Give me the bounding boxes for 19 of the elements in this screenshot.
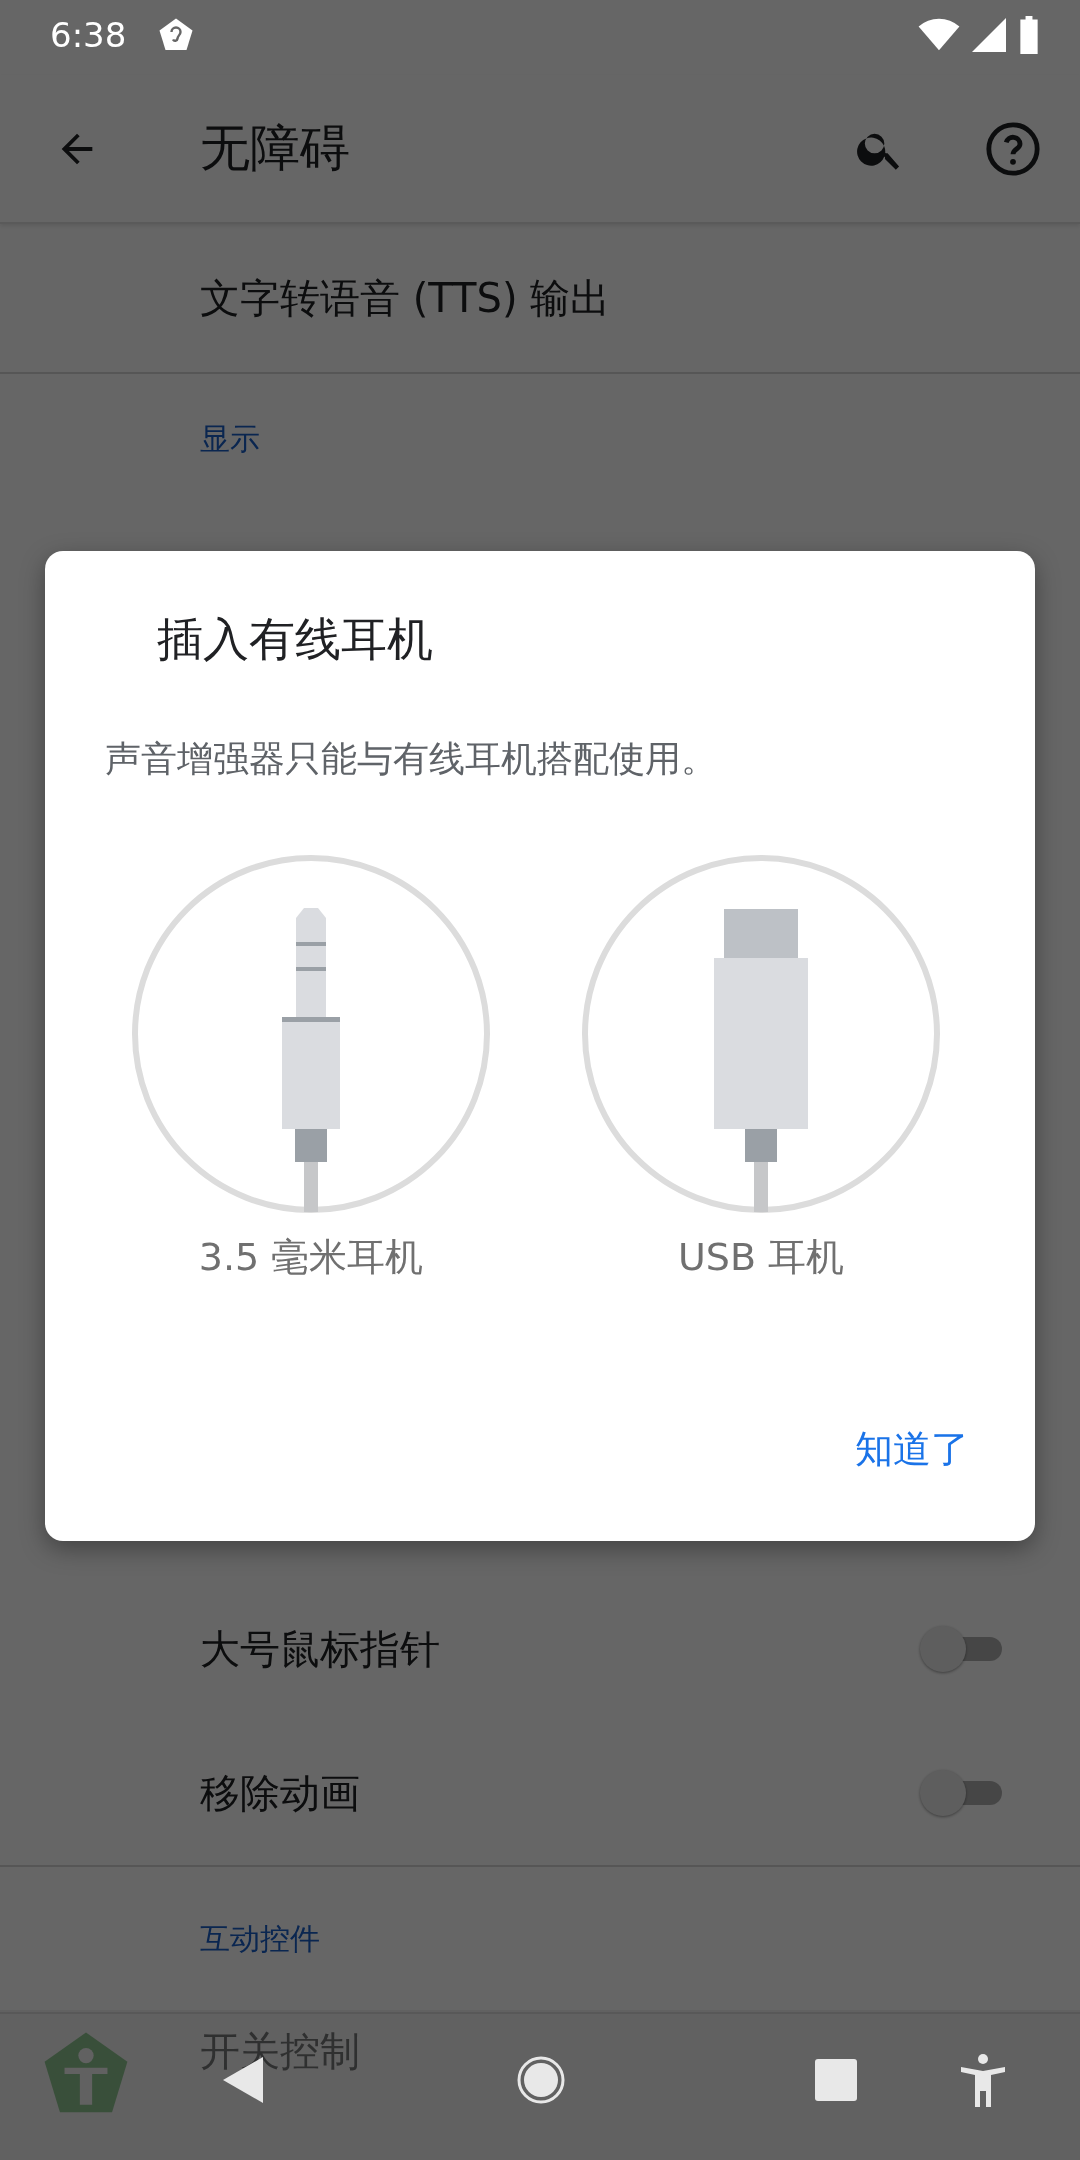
wifi-icon bbox=[918, 18, 960, 52]
got-it-button[interactable]: 知道了 bbox=[851, 1414, 973, 1485]
page-title: 无障碍 bbox=[200, 118, 351, 179]
option-label: 3.5 毫米耳机 bbox=[198, 1234, 424, 1281]
home-icon[interactable] bbox=[516, 2055, 566, 2105]
section-header: 显示 bbox=[200, 419, 260, 458]
accessibility-icon[interactable] bbox=[961, 2053, 1005, 2107]
status-time: 6:38 bbox=[50, 15, 127, 55]
settings-item[interactable]: 移除动画 bbox=[200, 1765, 360, 1821]
battery-icon bbox=[1018, 16, 1040, 54]
cell-signal-icon bbox=[972, 18, 1006, 52]
settings-item[interactable]: 大号鼠标指针 bbox=[200, 1621, 440, 1677]
ear-icon bbox=[158, 17, 195, 53]
dialog-title: 插入有线耳机 bbox=[157, 611, 434, 668]
section-header: 互动控件 bbox=[200, 1920, 320, 1958]
settings-item[interactable]: 文字转语音 (TTS) 输出 bbox=[0, 224, 1080, 374]
help-icon[interactable] bbox=[984, 119, 1042, 178]
option-label: USB 耳机 bbox=[677, 1234, 845, 1281]
dialog-message: 声音增强器只能与有线耳机搭配使用。 bbox=[105, 737, 718, 781]
